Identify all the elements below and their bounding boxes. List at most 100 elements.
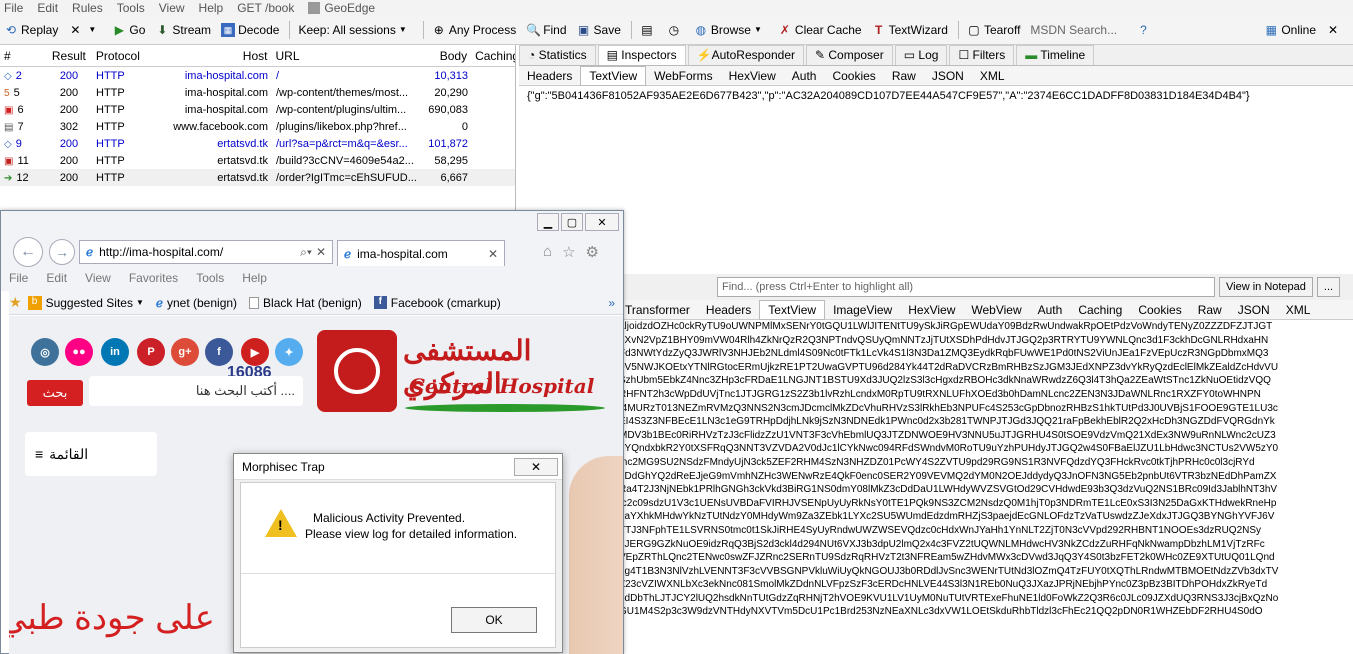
flickr-icon[interactable]: ●● — [65, 338, 93, 366]
table-row[interactable]: ➔ 12 200 HTTP ertatsvd.tk/order?IgITmc=cEhSU… — [0, 169, 515, 186]
table-row[interactable]: ▤ 7 302 HTTP www.facebook.com/plugins/likebo… — [0, 118, 515, 135]
tab-filters[interactable]: ☐ Filters — [949, 45, 1015, 65]
linkedin-icon[interactable]: in — [101, 338, 129, 366]
response-tab-headers[interactable]: Headers — [698, 301, 759, 319]
screenshot-button[interactable]: ▤ — [640, 23, 657, 37]
request-tab-hexview[interactable]: HexView — [721, 67, 784, 85]
menu-file[interactable]: File — [4, 1, 23, 15]
timer-button[interactable]: ◷ — [667, 23, 684, 37]
request-tab-cookies[interactable]: Cookies — [824, 67, 883, 85]
menu-edit[interactable]: Edit — [37, 1, 58, 15]
close-tab-icon[interactable]: ✕ — [488, 247, 498, 261]
any-process-button[interactable]: ⊕ Any Process — [432, 23, 516, 37]
search-input[interactable]: أكتب البحث هنا .... — [89, 376, 303, 406]
response-tab-caching[interactable]: Caching — [1070, 301, 1130, 319]
pinterest-icon[interactable]: P — [137, 338, 165, 366]
response-tab-auth[interactable]: Auth — [1030, 301, 1071, 319]
more-button[interactable]: ... — [1316, 277, 1341, 297]
table-row[interactable]: ▣ 11 200 HTTP ertatsvd.tk/build?3cCNV=4609e5… — [0, 152, 515, 169]
menu-toggle-button[interactable]: ≡ القائمة — [25, 432, 157, 476]
msdn-search-input[interactable]: MSDN Search... — [1030, 23, 1126, 37]
help-button[interactable]: ? — [1136, 23, 1153, 37]
response-tab-textview[interactable]: TextView — [759, 299, 826, 320]
request-tab-raw[interactable]: Raw — [884, 67, 924, 85]
ie-menu-view[interactable]: View — [85, 271, 111, 285]
find-input[interactable]: Find... (press Ctrl+Enter to highlight a… — [717, 277, 1215, 297]
tab-autoresponder[interactable]: ⚡AutoResponder — [687, 45, 804, 65]
menu-geoedge[interactable]: GeoEdge — [308, 1, 389, 15]
decode-button[interactable]: ▦ Decode — [221, 23, 279, 37]
back-button[interactable]: ← — [13, 237, 43, 267]
browser-tab[interactable]: ℯ ima-hospital.com ✕ — [337, 240, 505, 266]
tearoff-button[interactable]: ▢ Tearoff — [967, 23, 1020, 37]
forward-button[interactable]: → — [49, 239, 75, 265]
ie-menu-edit[interactable]: Edit — [46, 271, 67, 285]
close-button[interactable]: ✕ — [585, 213, 619, 231]
menu-get-book[interactable]: GET /book — [237, 1, 294, 15]
column-number[interactable]: # — [0, 49, 46, 63]
go-button[interactable]: ▶ Go — [112, 23, 146, 37]
stream-button[interactable]: ⬇ Stream — [155, 23, 211, 37]
tab-log[interactable]: ▭ Log — [894, 45, 948, 65]
tab-statistics[interactable]: ◔ Statistics — [519, 45, 596, 65]
close-icon[interactable]: ✕ — [316, 245, 326, 259]
table-row[interactable]: 5 5 200 HTTP ima-hospital.com/wp-content/the… — [0, 84, 515, 101]
tab-composer[interactable]: ✎ Composer — [805, 45, 893, 65]
request-tab-headers[interactable]: Headers — [519, 67, 580, 85]
browse-button[interactable]: ◍ Browse ▼ — [694, 23, 768, 37]
response-tab-json[interactable]: JSON — [1230, 301, 1278, 319]
ie-menu-tools[interactable]: Tools — [196, 271, 224, 285]
keep-sessions-dropdown[interactable]: Keep: All sessions ▼ — [298, 23, 412, 37]
save-button[interactable]: ▣ Save — [577, 23, 621, 37]
table-row[interactable]: ◇ 2 200 HTTP ima-hospital.com / 10,313 — [0, 67, 515, 84]
facebook-icon[interactable]: f — [205, 338, 233, 366]
response-tab-transformer[interactable]: Transformer — [617, 301, 698, 319]
minimize-button[interactable]: ▁ — [537, 213, 559, 231]
find-button[interactable]: 🔍 Find — [526, 23, 566, 37]
star-icon[interactable]: ☆ — [562, 243, 575, 261]
column-caching[interactable]: Caching — [471, 49, 515, 63]
column-protocol[interactable]: Protocol — [92, 49, 154, 63]
fav-facebook[interactable]: f Facebook (cmarkup) — [373, 296, 501, 310]
instagram-icon[interactable]: ◎ — [31, 338, 59, 366]
remove-button[interactable]: ✕ ▼ — [68, 23, 102, 37]
clear-cache-button[interactable]: ✗ Clear Cache — [778, 23, 862, 37]
table-row[interactable]: ◇ 9 200 HTTP ertatsvd.tk/url?sa=p&rct=m&q=&e… — [0, 135, 515, 152]
response-tab-webview[interactable]: WebView — [963, 301, 1029, 319]
column-result[interactable]: Result — [46, 49, 92, 63]
dialog-close-button[interactable]: ✕ — [514, 457, 558, 476]
youtube-icon[interactable]: ▶ — [241, 338, 269, 366]
column-host[interactable]: Host — [154, 49, 272, 63]
fav-suggested-sites[interactable]: b Suggested Sites ▼ — [27, 295, 144, 310]
request-tab-xml[interactable]: XML — [972, 67, 1013, 85]
online-status[interactable]: ▦ Online — [1264, 23, 1316, 37]
maximize-button[interactable]: ▢ — [561, 213, 583, 231]
ie-menu-favorites[interactable]: Favorites — [129, 271, 178, 285]
response-tab-raw[interactable]: Raw — [1190, 301, 1230, 319]
fav-black-hat[interactable]: Black Hat (benign) — [249, 296, 362, 310]
tab-timeline[interactable]: ▬ Timeline — [1016, 45, 1095, 65]
textwizard-button[interactable]: T TextWizard — [872, 23, 948, 37]
response-tab-hexview[interactable]: HexView — [900, 301, 963, 319]
close-pane-button[interactable]: ✕ — [1326, 23, 1343, 37]
request-tab-json[interactable]: JSON — [924, 67, 972, 85]
twitter-icon[interactable]: ✦ — [275, 338, 303, 366]
search-button[interactable]: بحث — [27, 380, 83, 406]
response-tab-imageview[interactable]: ImageView — [825, 301, 900, 319]
gear-icon[interactable]: ⚙ — [586, 243, 599, 261]
menu-view[interactable]: View — [159, 1, 185, 15]
ie-menu-file[interactable]: File — [9, 271, 28, 285]
replay-button[interactable]: ⟲ Replay — [4, 23, 58, 37]
request-tab-textview[interactable]: TextView — [580, 65, 647, 86]
fav-ynet[interactable]: ℯ ynet (benign) — [156, 296, 237, 310]
tab-inspectors[interactable]: ▤ Inspectors — [597, 45, 686, 65]
request-tab-webforms[interactable]: WebForms — [646, 67, 720, 85]
menu-tools[interactable]: Tools — [117, 1, 145, 15]
column-url[interactable]: URL — [271, 49, 415, 63]
address-bar[interactable]: ℯ http://ima-hospital.com/ ⌕▾ ✕ — [79, 240, 333, 264]
response-tab-xml[interactable]: XML — [1278, 301, 1319, 319]
ok-button[interactable]: OK — [451, 607, 537, 633]
google-plus-icon[interactable]: g+ — [171, 338, 199, 366]
view-in-notepad-button[interactable]: View in Notepad — [1219, 277, 1313, 297]
menu-rules[interactable]: Rules — [72, 1, 103, 15]
